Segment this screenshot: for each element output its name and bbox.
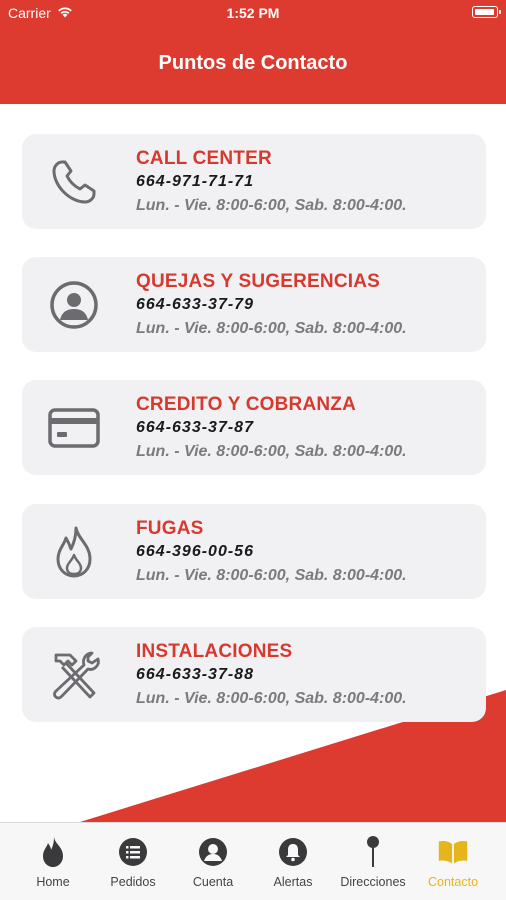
tab-direcciones[interactable]: Direcciones xyxy=(331,823,415,900)
contact-hours: Lun. - Vie. 8:00-6:00, Sab. 8:00-4:00. xyxy=(136,690,407,707)
contact-card-call-center[interactable]: CALL CENTER 664-971-71-71 Lun. - Vie. 8:… xyxy=(22,134,486,229)
tab-cuenta[interactable]: Cuenta xyxy=(171,823,255,900)
contact-title: INSTALACIONES xyxy=(136,641,293,662)
contact-title: CREDITO Y COBRANZA xyxy=(136,394,357,415)
contact-phone[interactable]: 664-633-37-79 xyxy=(136,296,254,314)
tab-alertas[interactable]: Alertas xyxy=(251,823,335,900)
contact-title: QUEJAS Y SUGERENCIAS xyxy=(136,271,381,292)
tab-bar: Home Pedidos Cuenta Alertas Direcciones … xyxy=(0,822,506,900)
battery-icon xyxy=(472,6,501,18)
contact-hours: Lun. - Vie. 8:00-6:00, Sab. 8:00-4:00. xyxy=(136,567,407,584)
tab-pedidos[interactable]: Pedidos xyxy=(91,823,175,900)
contact-title: FUGAS xyxy=(136,518,204,539)
contact-card-credito[interactable]: CREDITO Y COBRANZA 664-633-37-87 Lun. - … xyxy=(22,380,486,475)
credit-card-icon xyxy=(46,400,102,456)
contact-hours: Lun. - Vie. 8:00-6:00, Sab. 8:00-4:00. xyxy=(136,197,407,214)
tab-home[interactable]: Home xyxy=(11,823,95,900)
pin-icon xyxy=(357,835,389,869)
user-icon xyxy=(197,835,229,869)
header: Carrier 1:52 PM Puntos de Contacto xyxy=(0,0,506,104)
contact-hours: Lun. - Vie. 8:00-6:00, Sab. 8:00-4:00. xyxy=(136,320,407,337)
contact-card-quejas[interactable]: QUEJAS Y SUGERENCIAS 664-633-37-79 Lun. … xyxy=(22,257,486,352)
contact-card-fugas[interactable]: FUGAS 664-396-00-56 Lun. - Vie. 8:00-6:0… xyxy=(22,504,486,599)
list-icon xyxy=(117,835,149,869)
contact-card-instalaciones[interactable]: INSTALACIONES 664-633-37-88 Lun. - Vie. … xyxy=(22,627,486,722)
bell-icon xyxy=(277,835,309,869)
tab-contacto[interactable]: Contacto xyxy=(411,823,495,900)
status-bar: Carrier 1:52 PM xyxy=(0,0,506,26)
contact-phone[interactable]: 664-633-37-88 xyxy=(136,666,254,684)
page-title: Puntos de Contacto xyxy=(158,52,348,74)
tab-label: Direcciones xyxy=(340,875,406,889)
contact-phone[interactable]: 664-396-00-56 xyxy=(136,543,254,561)
tab-label: Pedidos xyxy=(110,875,156,889)
contact-phone[interactable]: 664-633-37-87 xyxy=(136,419,254,437)
tab-label: Alertas xyxy=(273,875,313,889)
tools-icon xyxy=(46,647,102,703)
user-circle-icon xyxy=(46,277,102,333)
tab-label: Contacto xyxy=(427,875,479,889)
contact-title: CALL CENTER xyxy=(136,148,272,169)
phone-icon xyxy=(46,154,102,210)
book-icon xyxy=(437,835,469,869)
status-time: 1:52 PM xyxy=(226,5,280,21)
contact-phone[interactable]: 664-971-71-71 xyxy=(136,173,254,191)
contact-hours: Lun. - Vie. 8:00-6:00, Sab. 8:00-4:00. xyxy=(136,443,407,460)
flame-icon xyxy=(37,835,69,869)
tab-label: Cuenta xyxy=(192,875,234,889)
flame-icon xyxy=(46,524,102,580)
tab-label: Home xyxy=(36,875,70,889)
